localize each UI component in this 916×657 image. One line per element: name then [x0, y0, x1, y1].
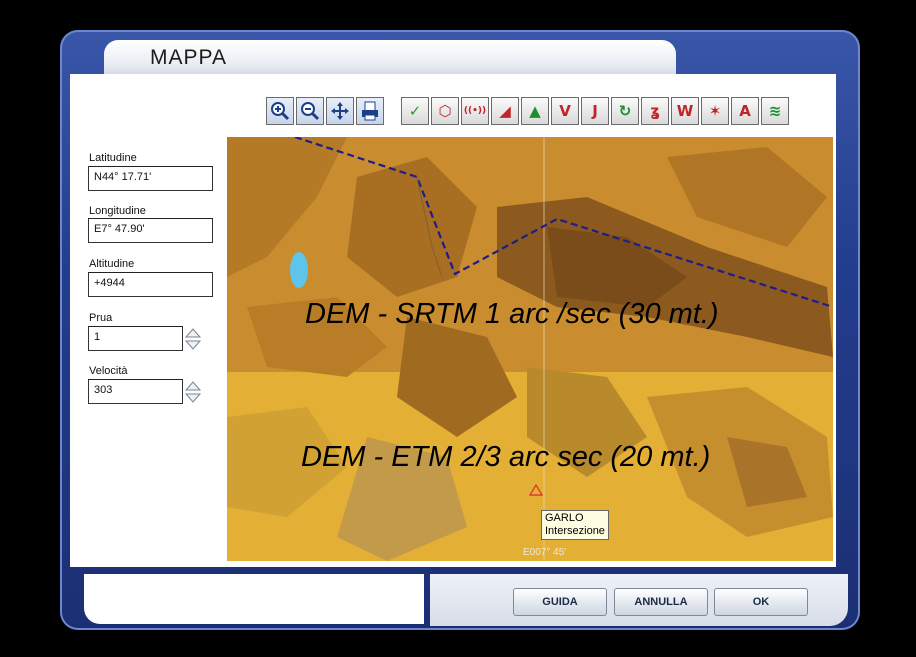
airspace-glyph: ✶ — [708, 102, 722, 120]
zoom-out-icon[interactable] — [296, 97, 324, 125]
route-glyph: ʓ — [650, 102, 660, 120]
latitude-label: Latitudine — [89, 152, 137, 164]
dem-srtm-label: DEM - SRTM 1 arc /sec (30 mt.) — [305, 298, 719, 330]
waypoint-icon[interactable]: ▲ — [521, 97, 549, 125]
terrain-map[interactable]: DEM - SRTM 1 arc /sec (30 mt.) DEM - ETM… — [227, 137, 833, 561]
layer-toolbar: ✓ ⬡ ((•)) ◢ ▲ V J ↻ ʓ W ✶ A ≋ — [401, 97, 789, 125]
zoom-in-icon[interactable] — [266, 97, 294, 125]
weather-icon[interactable]: W — [671, 97, 699, 125]
holding-icon[interactable]: ↻ — [611, 97, 639, 125]
terrain-shading — [227, 137, 833, 561]
longitude-field[interactable]: E7° 47.90' — [88, 218, 213, 243]
holding-glyph: ↻ — [618, 102, 632, 120]
terrain-glyph: ≋ — [768, 102, 782, 120]
weather-glyph: W — [676, 102, 694, 120]
ndb-glyph: ((•)) — [463, 106, 487, 116]
print-icon[interactable] — [356, 97, 384, 125]
grid-coordinate-label: E007° 45' — [523, 547, 567, 558]
altitude-field[interactable]: +4944 — [88, 272, 213, 297]
latitude-field[interactable]: N44° 17.71' — [88, 166, 213, 191]
victor-airway-icon[interactable]: V — [551, 97, 579, 125]
title-bar: MAPPA — [104, 40, 676, 76]
nav-toolbar — [266, 97, 384, 125]
vor-glyph: ⬡ — [438, 102, 452, 120]
tooltip-name: GARLO — [545, 512, 584, 524]
status-area — [84, 574, 424, 624]
guide-button[interactable]: GUIDA — [513, 588, 607, 616]
speed-field[interactable]: 303 — [88, 379, 183, 404]
heading-stepper[interactable] — [184, 326, 202, 352]
labels-glyph: A — [739, 102, 751, 120]
jet-airway-icon[interactable]: J — [581, 97, 609, 125]
longitude-label: Longitudine — [89, 205, 146, 217]
speed-label: Velocità — [89, 365, 128, 377]
terrain-icon[interactable]: ≋ — [761, 97, 789, 125]
tooltip-type: Intersezione — [545, 525, 605, 537]
intersection-glyph: ◢ — [499, 102, 511, 120]
route-icon[interactable]: ʓ — [641, 97, 669, 125]
jet-airway-glyph: J — [592, 102, 598, 120]
vor-icon[interactable]: ⬡ — [431, 97, 459, 125]
heading-label: Prua — [89, 312, 113, 324]
labels-icon[interactable]: A — [731, 97, 759, 125]
victor-airway-glyph: V — [559, 102, 571, 120]
ndb-icon[interactable]: ((•)) — [461, 97, 489, 125]
altitude-label: Altitudine — [89, 258, 135, 270]
ok-button[interactable]: OK — [714, 588, 808, 616]
airport-icon[interactable]: ✓ — [401, 97, 429, 125]
waypoint-glyph: ▲ — [529, 102, 541, 120]
cancel-button[interactable]: ANNULLA — [614, 588, 708, 616]
speed-stepper[interactable] — [184, 379, 202, 405]
pan-icon[interactable] — [326, 97, 354, 125]
dem-etm-label: DEM - ETM 2/3 arc sec (20 mt.) — [301, 441, 711, 473]
heading-field[interactable]: 1 — [88, 326, 183, 351]
airspace-icon[interactable]: ✶ — [701, 97, 729, 125]
waypoint-tooltip: GARLO Intersezione — [541, 510, 609, 540]
intersection-icon[interactable]: ◢ — [491, 97, 519, 125]
airport-glyph: ✓ — [408, 102, 422, 120]
window-title: MAPPA — [150, 46, 227, 69]
